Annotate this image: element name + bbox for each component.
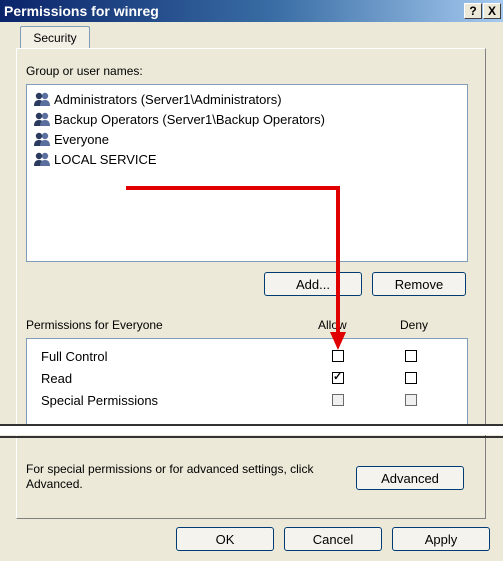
tab-security[interactable]: Security [20, 26, 90, 49]
user-label: LOCAL SERVICE [54, 151, 157, 167]
user-group-icon [34, 112, 50, 126]
special-deny-checkbox [405, 394, 417, 406]
user-label: Everyone [54, 131, 109, 147]
list-item[interactable]: Backup Operators (Server1\Backup Operato… [33, 109, 325, 129]
list-item[interactable]: LOCAL SERVICE [33, 149, 157, 169]
close-button[interactable]: X [483, 3, 501, 19]
user-label: Backup Operators (Server1\Backup Operato… [54, 111, 325, 127]
ok-button[interactable]: OK [176, 527, 274, 551]
title-bar: Permissions for winreg ? X [0, 0, 503, 22]
group-label: Group or user names: [26, 64, 143, 78]
list-item[interactable]: Administrators (Server1\Administrators) [33, 89, 282, 109]
user-group-icon [34, 132, 50, 146]
read-allow-checkbox[interactable] [332, 370, 344, 384]
cancel-button[interactable]: Cancel [284, 527, 382, 551]
remove-button[interactable]: Remove [372, 272, 466, 296]
add-button[interactable]: Add... [264, 272, 362, 296]
user-list[interactable]: Administrators (Server1\Administrators) … [26, 84, 468, 262]
apply-button[interactable]: Apply [392, 527, 490, 551]
list-item[interactable]: Everyone [33, 129, 109, 149]
cut-gap [0, 425, 503, 435]
cut-line-top [0, 424, 503, 426]
special-allow-checkbox [332, 394, 344, 406]
user-group-icon [34, 92, 50, 106]
permissions-list: Full Control Read Special Permissions [26, 338, 468, 426]
user-label: Administrators (Server1\Administrators) [54, 91, 282, 107]
full-control-allow-checkbox[interactable] [332, 350, 344, 362]
allow-header: Allow [318, 318, 347, 332]
permissions-dialog: Permissions for winreg ? X Security Grou… [0, 0, 503, 561]
advanced-hint: For special permissions or for advanced … [26, 462, 314, 491]
permission-label-full-control: Full Control [41, 349, 108, 364]
permission-label-special: Special Permissions [41, 393, 159, 408]
advanced-button[interactable]: Advanced [356, 466, 464, 490]
help-button[interactable]: ? [464, 3, 482, 19]
user-group-icon [34, 152, 50, 166]
full-control-deny-checkbox[interactable] [405, 350, 417, 362]
cut-line-bottom [0, 436, 503, 438]
deny-header: Deny [400, 318, 429, 332]
read-deny-checkbox[interactable] [405, 372, 417, 384]
permissions-label: Permissions for Everyone [26, 318, 163, 332]
window-title: Permissions for winreg [4, 3, 159, 19]
permission-label-read: Read [41, 371, 73, 386]
